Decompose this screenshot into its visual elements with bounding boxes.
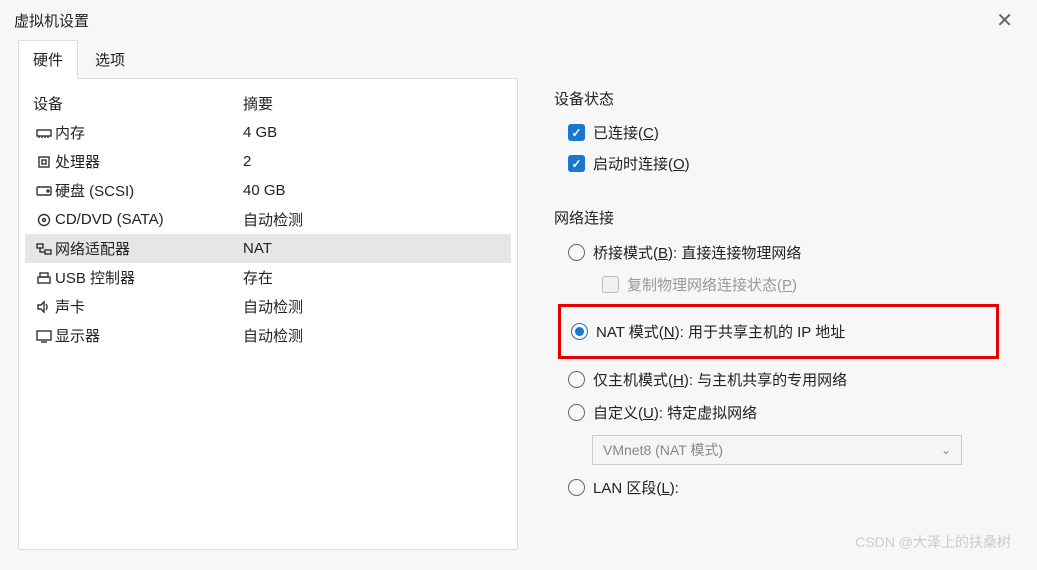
- content-area: 设备 摘要 内存4 GB处理器2硬盘 (SCSI)40 GBCD/DVD (SA…: [0, 78, 1037, 568]
- connected-label: 已连接(C): [593, 122, 659, 143]
- device-summary: NAT: [243, 240, 503, 257]
- device-label: 显示器: [55, 325, 243, 346]
- bridge-radio[interactable]: [568, 244, 585, 261]
- device-row[interactable]: 网络适配器NAT: [25, 234, 511, 263]
- device-row[interactable]: 处理器2: [25, 147, 511, 176]
- device-list-panel: 设备 摘要 内存4 GB处理器2硬盘 (SCSI)40 GBCD/DVD (SA…: [18, 78, 518, 550]
- network-section: 网络连接 桥接模式(B): 直接连接物理网络 复制物理网络连接状态(P) NAT…: [554, 207, 999, 504]
- device-summary: 2: [243, 153, 503, 170]
- usb-icon: [33, 271, 55, 285]
- bridge-label: 桥接模式(B): 直接连接物理网络: [593, 242, 801, 263]
- lan-label: LAN 区段(L):: [593, 477, 679, 498]
- connected-row[interactable]: 已连接(C): [554, 117, 999, 148]
- cpu-icon: [33, 155, 55, 169]
- watermark: CSDN @大泽上的扶桑树: [855, 532, 1011, 552]
- connect-on-start-label: 启动时连接(O): [593, 153, 690, 174]
- host-only-radio-row[interactable]: 仅主机模式(H): 与主机共享的专用网络: [554, 363, 999, 396]
- display-icon: [33, 329, 55, 343]
- bridge-copy-checkbox: [602, 276, 619, 293]
- device-row[interactable]: USB 控制器存在: [25, 263, 511, 292]
- nat-label: NAT 模式(N): 用于共享主机的 IP 地址: [596, 321, 845, 342]
- cd-icon: [33, 213, 55, 227]
- device-status-title: 设备状态: [554, 88, 999, 109]
- memory-icon: [33, 126, 55, 140]
- chevron-down-icon: ⌄: [941, 443, 951, 457]
- device-label: 硬盘 (SCSI): [55, 180, 243, 201]
- custom-network-select[interactable]: VMnet8 (NAT 模式) ⌄: [592, 435, 962, 465]
- device-label: USB 控制器: [55, 267, 243, 288]
- device-summary: 自动检测: [243, 209, 503, 230]
- disk-icon: [33, 184, 55, 198]
- host-only-radio[interactable]: [568, 371, 585, 388]
- device-row[interactable]: 内存4 GB: [25, 118, 511, 147]
- network-title: 网络连接: [554, 207, 999, 228]
- connected-checkbox[interactable]: [568, 124, 585, 141]
- tab-options[interactable]: 选项: [80, 40, 140, 79]
- custom-radio[interactable]: [568, 404, 585, 421]
- title-bar: 虚拟机设置 ✕: [0, 0, 1037, 40]
- tab-bar: 硬件 选项: [0, 40, 1037, 79]
- sound-icon: [33, 300, 55, 314]
- device-row[interactable]: CD/DVD (SATA)自动检测: [25, 205, 511, 234]
- device-row[interactable]: 显示器自动检测: [25, 321, 511, 350]
- device-row[interactable]: 声卡自动检测: [25, 292, 511, 321]
- host-only-label: 仅主机模式(H): 与主机共享的专用网络: [593, 369, 847, 390]
- device-label: 处理器: [55, 151, 243, 172]
- nat-radio[interactable]: [571, 323, 588, 340]
- device-summary: 4 GB: [243, 124, 503, 141]
- network-icon: [33, 242, 55, 256]
- tab-hardware[interactable]: 硬件: [18, 40, 78, 79]
- device-label: 网络适配器: [55, 238, 243, 259]
- device-label: CD/DVD (SATA): [55, 211, 243, 228]
- lan-radio-row[interactable]: LAN 区段(L):: [554, 471, 999, 504]
- window-title: 虚拟机设置: [14, 10, 986, 31]
- nat-highlight: NAT 模式(N): 用于共享主机的 IP 地址: [558, 304, 999, 359]
- device-summary: 自动检测: [243, 325, 503, 346]
- connect-on-start-row[interactable]: 启动时连接(O): [554, 148, 999, 179]
- device-summary: 40 GB: [243, 182, 503, 199]
- device-label: 内存: [55, 122, 243, 143]
- custom-label: 自定义(U): 特定虚拟网络: [593, 402, 757, 423]
- header-summary: 摘要: [243, 93, 503, 114]
- device-label: 声卡: [55, 296, 243, 317]
- custom-radio-row[interactable]: 自定义(U): 特定虚拟网络: [554, 396, 999, 429]
- device-summary: 存在: [243, 267, 503, 288]
- bridge-radio-row[interactable]: 桥接模式(B): 直接连接物理网络: [554, 236, 999, 269]
- bridge-copy-row: 复制物理网络连接状态(P): [554, 269, 999, 300]
- device-list-header: 设备 摘要: [25, 89, 511, 118]
- settings-panel: 设备状态 已连接(C) 启动时连接(O) 网络连接 桥接模式(B): 直接连接物…: [518, 78, 1019, 550]
- nat-radio-row[interactable]: NAT 模式(N): 用于共享主机的 IP 地址: [571, 315, 990, 348]
- lan-radio[interactable]: [568, 479, 585, 496]
- header-device: 设备: [33, 93, 243, 114]
- custom-network-value: VMnet8 (NAT 模式): [603, 440, 723, 460]
- close-icon[interactable]: ✕: [986, 4, 1023, 37]
- connect-on-start-checkbox[interactable]: [568, 155, 585, 172]
- bridge-copy-label: 复制物理网络连接状态(P): [627, 274, 797, 295]
- device-summary: 自动检测: [243, 296, 503, 317]
- device-row[interactable]: 硬盘 (SCSI)40 GB: [25, 176, 511, 205]
